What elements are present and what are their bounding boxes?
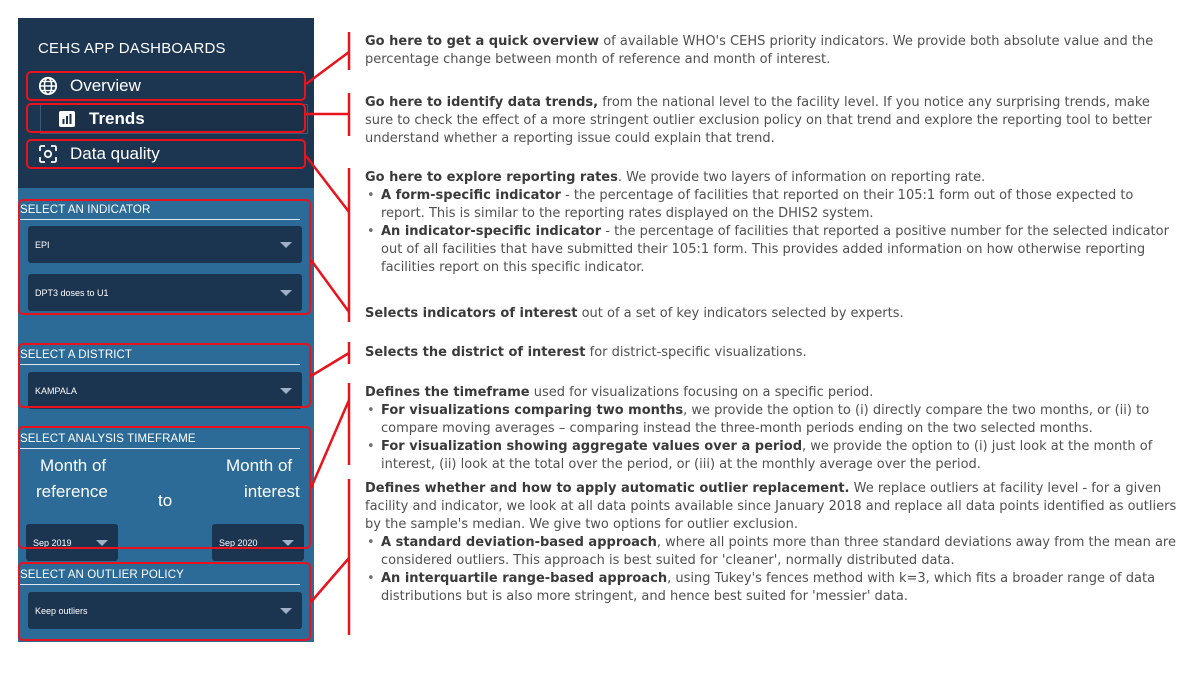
- district-highlight-box: [18, 343, 311, 408]
- indicator-highlight-box: [18, 199, 311, 315]
- trends-description-bold: Go here to identify data trends,: [365, 95, 599, 110]
- timeframe-bullets: For visualizations comparing two months,…: [365, 402, 1177, 474]
- indicator-description-text: out of a set of key indicators selected …: [577, 306, 904, 321]
- outlier-description: Defines whether and how to apply automat…: [365, 480, 1177, 606]
- overview-description: Go here to get a quick overview of avail…: [365, 33, 1177, 69]
- list-item: An interquartile range-based approach, u…: [365, 570, 1177, 606]
- timeframe-description: Defines the timeframe used for visualiza…: [365, 384, 1177, 474]
- indicator-description-bold: Selects indicators of interest: [365, 306, 578, 321]
- bullet-bold: A standard deviation-based approach: [381, 535, 657, 550]
- app-title: CEHS APP DASHBOARDS: [38, 40, 226, 57]
- bullet-bold: An interquartile range-based approach: [381, 571, 668, 586]
- bullet-bold: An indicator-specific indicator: [381, 224, 602, 239]
- indicator-description: Selects indicators of interest out of a …: [365, 305, 1177, 323]
- outlier-bullets: A standard deviation-based approach, whe…: [365, 534, 1177, 606]
- list-item: An indicator-specific indicator - the pe…: [365, 223, 1177, 277]
- trends-description: Go here to identify data trends, from th…: [365, 94, 1177, 148]
- bullet-bold: For visualizations comparing two months: [381, 403, 684, 418]
- list-item: A form-specific indicator - the percenta…: [365, 187, 1177, 223]
- overview-description-bold: Go here to get a quick overview: [365, 34, 600, 49]
- bullet-bold: For visualization showing aggregate valu…: [381, 439, 802, 454]
- list-item: For visualization showing aggregate valu…: [365, 438, 1177, 474]
- timeframe-highlight-box: [18, 426, 311, 549]
- list-item: A standard deviation-based approach, whe…: [365, 534, 1177, 570]
- data-quality-description-bold: Go here to explore reporting rates: [365, 170, 618, 185]
- outlier-description-bold: Defines whether and how to apply automat…: [365, 481, 850, 496]
- overview-highlight-box: [26, 71, 306, 101]
- timeframe-description-bold: Defines the timeframe: [365, 385, 530, 400]
- data-quality-description: Go here to explore reporting rates. We p…: [365, 169, 1177, 277]
- list-item: For visualizations comparing two months,…: [365, 402, 1177, 438]
- district-description-bold: Selects the district of interest: [365, 345, 586, 360]
- data-quality-description-text: . We provide two layers of information o…: [617, 170, 986, 185]
- data-quality-highlight-box: [26, 139, 306, 169]
- outlier-highlight-box: [18, 562, 311, 641]
- bullet-bold: A form-specific indicator: [381, 188, 561, 203]
- district-description: Selects the district of interest for dis…: [365, 344, 1177, 362]
- timeframe-description-text: used for visualizations focusing on a sp…: [529, 385, 874, 400]
- data-quality-bullets: A form-specific indicator - the percenta…: [365, 187, 1177, 277]
- district-description-text: for district-specific visualizations.: [585, 345, 807, 360]
- trends-highlight-box: [26, 103, 306, 133]
